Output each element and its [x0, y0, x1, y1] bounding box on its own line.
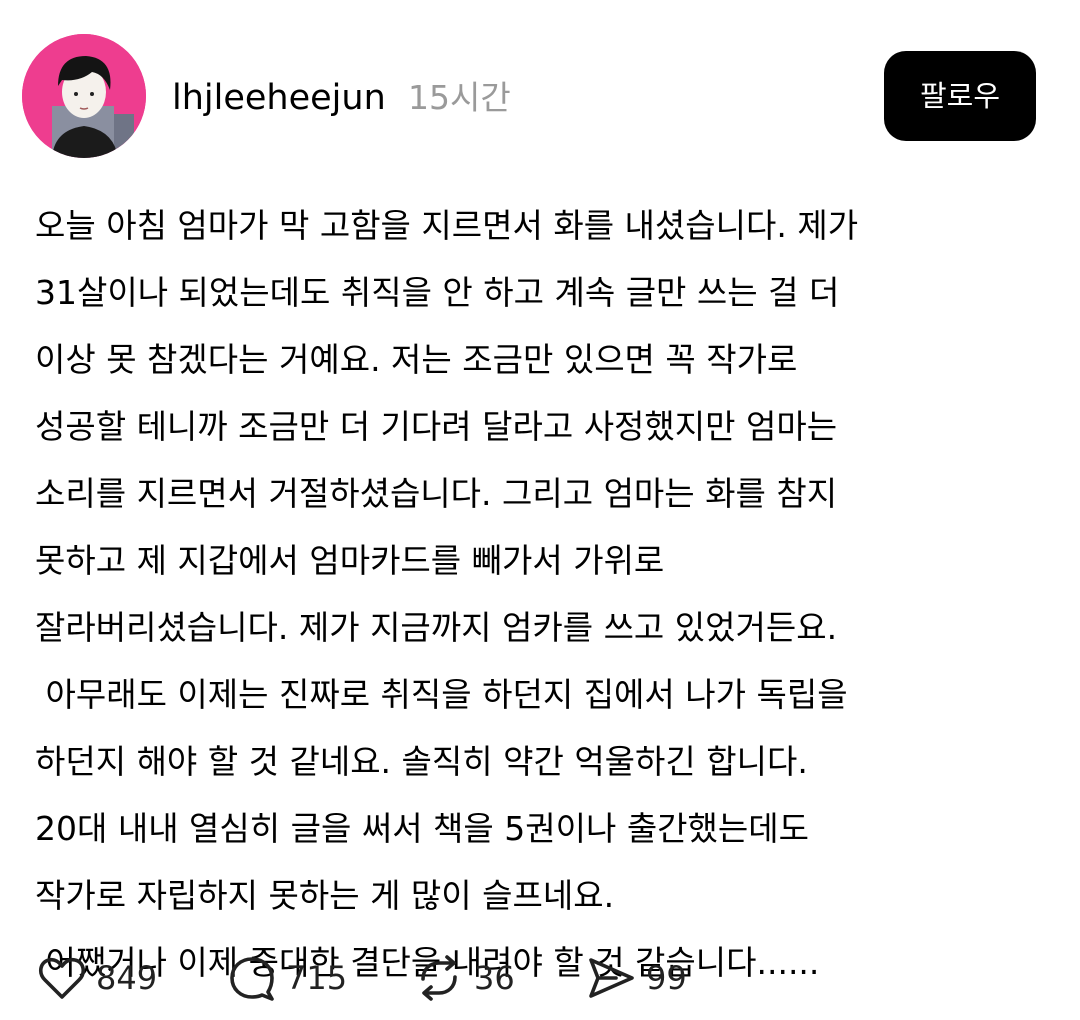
post-text-line: 작가로 자립하지 못하는 게 많이 슬프네요. — [35, 876, 615, 915]
share-button[interactable]: 99 — [586, 950, 687, 1006]
post-header: lhjleeheejun 15시간 팔로우 — [22, 34, 1036, 158]
send-arrow-icon — [586, 954, 636, 1002]
post-text-line: 잘라버리셨습니다. 제가 지금까지 엄카를 쓰고 있었거든요. — [35, 608, 838, 647]
post-text-line: 성공할 테니까 조금만 더 기다려 달라고 사정했지만 엄마는 — [35, 407, 838, 446]
heart-icon — [38, 955, 86, 1001]
speech-bubble-icon — [228, 954, 276, 1002]
like-button[interactable]: 849 — [38, 950, 157, 1006]
like-count: 849 — [96, 959, 158, 997]
post-actions: 849 715 36 99 — [38, 950, 1038, 1006]
post-text-line: 아무래도 이제는 진짜로 취직을 하던지 집에서 나가 독립을 — [35, 675, 848, 714]
post-text-line: 20대 내내 열심히 글을 써서 책을 5권이나 출간했는데도 — [35, 809, 809, 848]
avatar[interactable] — [22, 34, 146, 158]
post-text-line: 오늘 아침 엄마가 막 고함을 지르면서 화를 내셨습니다. 제가 — [35, 206, 859, 245]
share-count: 99 — [646, 959, 687, 997]
repost-arrows-icon — [414, 953, 464, 1003]
post-text-line: 하던지 해야 할 것 같네요. 솔직히 약간 억울하긴 합니다. — [35, 742, 808, 781]
repost-button[interactable]: 36 — [414, 950, 515, 1006]
post-text-line: 이상 못 참겠다는 거예요. 저는 조금만 있으면 꼭 작가로 — [35, 340, 798, 379]
post-text-line: 31살이나 되었는데도 취직을 안 하고 계속 글만 쓰는 걸 더 — [35, 273, 840, 312]
comment-button[interactable]: 715 — [228, 950, 347, 1006]
post-text-line: 소리를 지르면서 거절하셨습니다. 그리고 엄마는 화를 참지 — [35, 474, 838, 513]
post-time: 15시간 — [408, 78, 511, 117]
comment-count: 715 — [286, 959, 348, 997]
post-text-line: 못하고 제 지갑에서 엄마카드를 빼가서 가위로 — [35, 541, 665, 580]
repost-count: 36 — [474, 959, 515, 997]
username[interactable]: lhjleeheejun — [172, 78, 386, 118]
avatar-illustration — [22, 34, 146, 158]
post-body: 오늘 아침 엄마가 막 고함을 지르면서 화를 내셨습니다. 제가 31살이나 … — [35, 192, 1045, 996]
follow-button[interactable]: 팔로우 — [884, 51, 1036, 141]
